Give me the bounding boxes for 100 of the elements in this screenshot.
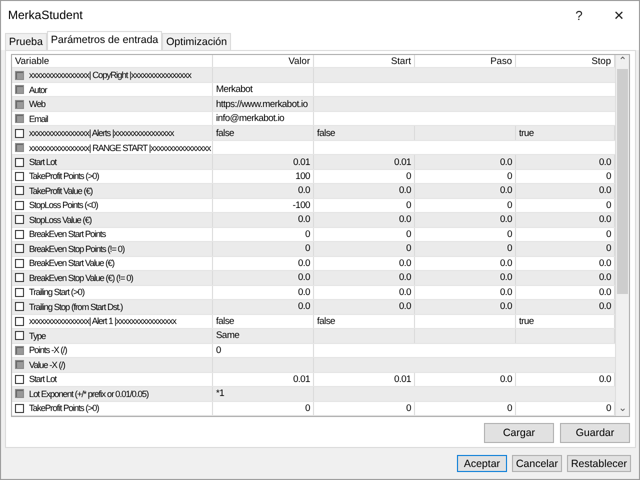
table-cell: 0.0 bbox=[398, 214, 411, 226]
variable-name: StopLoss Points (<0) bbox=[29, 200, 98, 210]
close-button[interactable]: ✕ bbox=[599, 1, 639, 29]
table-cell: 0.0 bbox=[598, 374, 611, 385]
table-cell: false bbox=[317, 316, 336, 327]
tab[interactable]: Prueba bbox=[5, 33, 47, 50]
table-cell: 0 bbox=[406, 243, 411, 254]
variable-name: Autor bbox=[29, 84, 47, 95]
table-cell: 0.0 bbox=[398, 286, 411, 298]
variable-name: BreakEven Start Value (€) bbox=[29, 258, 114, 268]
table-cell: 0.0 bbox=[500, 258, 512, 269]
table-cell: 0 bbox=[305, 402, 310, 414]
checkbox[interactable] bbox=[15, 244, 24, 254]
checkbox[interactable] bbox=[15, 172, 24, 181]
variable-name: TakeProfit Value (€) bbox=[29, 186, 92, 196]
tab[interactable]: Optimización bbox=[162, 33, 231, 50]
table-cell: 0.0 bbox=[298, 258, 310, 269]
checkbox[interactable] bbox=[15, 288, 24, 297]
checkbox[interactable] bbox=[15, 331, 24, 340]
variable-name: BreakEven Start Points bbox=[29, 229, 106, 240]
checkbox[interactable] bbox=[15, 404, 24, 413]
table-cell: 0.0 bbox=[500, 185, 512, 196]
dialog-button[interactable]: Aceptar bbox=[456, 455, 507, 472]
table-cell: 0.0 bbox=[500, 286, 512, 298]
column-header: Paso bbox=[415, 55, 516, 68]
variable-name: Web bbox=[29, 99, 46, 110]
column-header: Variable bbox=[12, 55, 213, 68]
table-cell: 0 bbox=[606, 402, 611, 414]
table-cell: info@merkabot.io bbox=[216, 113, 284, 124]
tab[interactable]: Parámetros de entrada bbox=[46, 31, 162, 50]
checkbox[interactable] bbox=[15, 215, 24, 224]
table-cell: 0.01 bbox=[293, 156, 310, 168]
table-cell: 0.01 bbox=[293, 374, 310, 385]
table-cell: 0 bbox=[507, 170, 512, 182]
file-button[interactable]: Cargar bbox=[484, 423, 554, 443]
table-cell: 0.0 bbox=[500, 214, 512, 226]
table-cell: 0.0 bbox=[598, 286, 611, 298]
table-cell: 0.01 bbox=[394, 374, 411, 385]
checkbox[interactable] bbox=[15, 230, 24, 239]
checkbox[interactable] bbox=[15, 302, 24, 312]
table-cell: 0.0 bbox=[500, 374, 512, 385]
variable-name: TakeProfit Points (>0) bbox=[29, 403, 99, 414]
column-header: Start bbox=[314, 55, 415, 68]
help-button[interactable]: ? bbox=[559, 1, 599, 29]
scroll-down-button[interactable]: ⌄ bbox=[616, 402, 629, 416]
scroll-up-button[interactable]: ⌃ bbox=[616, 55, 629, 69]
variable-name: Value -X (/) bbox=[29, 360, 65, 370]
variable-name: BreakEven Stop Value (€) (!= 0) bbox=[29, 272, 133, 283]
table-cell: 0 bbox=[406, 402, 411, 414]
checkbox[interactable] bbox=[15, 316, 24, 326]
table-cell: 0.0 bbox=[398, 185, 411, 196]
table-cell: 0 bbox=[507, 200, 512, 211]
table-cell: 0 bbox=[406, 200, 411, 211]
table-cell: 0.0 bbox=[398, 301, 411, 312]
table-cell: 0 bbox=[216, 344, 221, 356]
table-cell: *1 bbox=[216, 388, 224, 400]
table-cell: Merkabot bbox=[216, 84, 252, 96]
checkbox[interactable] bbox=[15, 186, 24, 196]
variable-name: BreakEven Stop Points (!= 0) bbox=[29, 244, 124, 254]
table-cell: false bbox=[216, 316, 234, 327]
table-cell: 0 bbox=[606, 228, 611, 240]
table-cell: 0.01 bbox=[394, 156, 411, 168]
table-cell: 0.0 bbox=[500, 301, 512, 312]
checkbox[interactable] bbox=[15, 374, 24, 384]
variable-name: Start Lot bbox=[29, 374, 56, 384]
checkbox[interactable] bbox=[15, 128, 24, 138]
checkbox[interactable] bbox=[15, 200, 24, 210]
table-cell: true bbox=[519, 316, 534, 327]
table-cell: false bbox=[317, 128, 336, 139]
table-cell: 100 bbox=[295, 170, 310, 182]
table-cell: 0 bbox=[305, 228, 310, 240]
checkbox[interactable] bbox=[15, 273, 24, 282]
column-header: Valor bbox=[213, 55, 314, 68]
table-cell: 0.0 bbox=[598, 156, 611, 168]
table-cell: https://www.merkabot.io bbox=[216, 98, 308, 110]
variable-name: StopLoss Value (€) bbox=[29, 214, 92, 225]
table-cell: 0 bbox=[406, 170, 411, 182]
table-cell: 0.0 bbox=[398, 272, 411, 284]
variable-name: Points -X (/) bbox=[29, 345, 67, 356]
table-cell: 0.0 bbox=[598, 258, 611, 269]
table-cell: 0.0 bbox=[500, 156, 512, 168]
checkbox[interactable] bbox=[15, 258, 24, 268]
table-cell: 0.0 bbox=[598, 214, 611, 226]
file-button[interactable]: Guardar bbox=[560, 423, 630, 443]
table-cell: 0 bbox=[606, 170, 611, 182]
scrollbar-thumb[interactable] bbox=[617, 69, 628, 294]
table-cell: 0.0 bbox=[298, 301, 310, 312]
table-cell: true bbox=[519, 128, 534, 139]
table-cell: 0 bbox=[507, 228, 512, 240]
table-cell: 0 bbox=[507, 402, 512, 414]
dialog-button[interactable]: Restablecer bbox=[566, 455, 631, 472]
table-cell: 0.0 bbox=[598, 272, 611, 284]
table-cell: Same bbox=[216, 330, 240, 342]
dialog-button[interactable]: Cancelar bbox=[512, 455, 562, 472]
table-cell: -100 bbox=[292, 200, 310, 211]
table-cell: 0.0 bbox=[598, 185, 611, 196]
variable-name: Email bbox=[29, 114, 48, 124]
checkbox[interactable] bbox=[15, 158, 24, 166]
variable-name: xxxxxxxxxxxxxxxx| Alert 1 |xxxxxxxxxxxxxxxx bbox=[29, 316, 176, 326]
variable-name: xxxxxxxxxxxxxxxx| CopyRight |xxxxxxxxxxxxxxxx bbox=[29, 70, 191, 80]
